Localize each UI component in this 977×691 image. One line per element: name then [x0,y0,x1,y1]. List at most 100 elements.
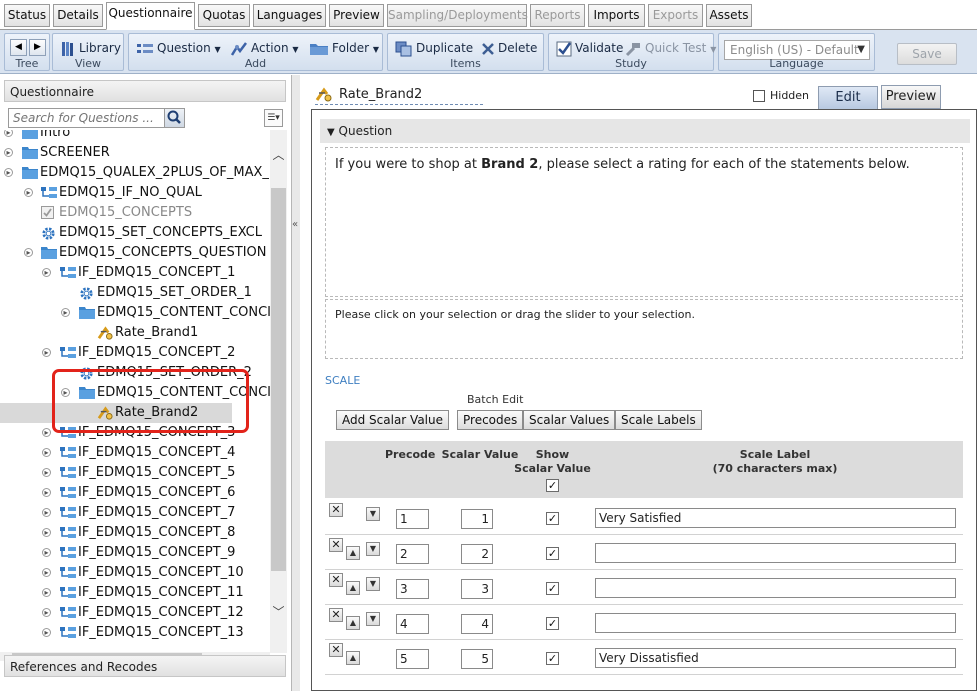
move-up-icon[interactable]: ▲ [346,546,360,560]
tab-questionnaire[interactable]: Questionnaire [106,2,195,30]
tree-back-button[interactable]: ◀ [10,39,27,56]
scale-label-input[interactable] [595,613,956,633]
scalar-value-input[interactable]: 5 [461,649,493,669]
tree-item[interactable]: ▸ IF_EDMQ15_CONCEPT_4 [0,443,270,463]
scalar-value-input[interactable]: 1 [461,509,493,529]
tree-item[interactable]: ▸ SCREENER [0,143,270,163]
tree-expander-icon[interactable]: ▸ [61,308,70,317]
tab-languages[interactable]: Languages [253,4,326,27]
tree-expander-icon[interactable]: ▸ [42,568,51,577]
batch-precodes-button[interactable]: Precodes [457,410,524,430]
hidden-checkbox-box[interactable] [753,90,765,102]
tree-expander-icon[interactable]: ▸ [42,588,51,597]
add-question-button[interactable]: Question ▼ [133,37,222,59]
search-input[interactable] [9,109,164,127]
tree-expander-icon[interactable]: ▸ [42,528,51,537]
tree-expander-icon[interactable]: ▸ [42,508,51,517]
delete-row-icon[interactable]: ✕ [329,538,343,552]
tree-expander-icon[interactable]: ▸ [4,168,13,177]
show-scalar-checkbox[interactable]: ✓ [546,582,559,595]
delete-button[interactable]: Delete [478,37,538,59]
delete-row-icon[interactable]: ✕ [329,573,343,587]
tree-expander-icon[interactable]: ▸ [42,428,51,437]
move-up-icon[interactable]: ▲ [346,651,360,665]
show-scalar-all-checkbox[interactable]: ✓ [546,479,559,492]
tab-exports[interactable]: Exports [648,4,703,27]
tree-expander-icon[interactable]: ▸ [42,448,51,457]
tree-item[interactable]: EDMQ15_CONCEPTS [0,203,270,223]
tab-status[interactable]: Status [4,4,50,27]
tree-expander-icon[interactable]: ▸ [42,348,51,357]
tree-expander-icon[interactable]: ▸ [42,488,51,497]
precode-input[interactable]: 5 [396,649,429,669]
tree-item[interactable]: ▸ Intro [0,130,270,143]
tree-item[interactable]: ▸ IF_EDMQ15_CONCEPT_6 [0,483,270,503]
tab-preview[interactable]: Preview [329,4,384,27]
show-scalar-checkbox[interactable]: ✓ [546,512,559,525]
precode-input[interactable]: 4 [396,614,429,634]
tree-item[interactable]: ▸ IF_EDMQ15_CONCEPT_10 [0,563,270,583]
tree-expander-icon[interactable]: ▸ [42,628,51,637]
scroll-thumb[interactable] [271,188,286,571]
tab-edit[interactable]: Edit [818,86,878,110]
tree-item[interactable]: ▸ IF_EDMQ15_CONCEPT_13 [0,623,270,643]
tree-expander-icon[interactable]: ▸ [42,468,51,477]
references-recodes-header[interactable]: References and Recodes [4,655,286,677]
tree-item[interactable]: ▸ IF_EDMQ15_CONCEPT_11 [0,583,270,603]
tab-reports[interactable]: Reports [530,4,585,27]
tree-expander-icon[interactable]: ▸ [4,148,13,157]
hidden-checkbox[interactable]: Hidden [753,88,809,104]
tree-item[interactable]: ▸ IF_EDMQ15_CONCEPT_5 [0,463,270,483]
scalar-value-input[interactable]: 4 [461,614,493,634]
panel-collapse-handle[interactable]: « [292,75,300,691]
tree-item[interactable]: ▸ IF_EDMQ15_CONCEPT_7 [0,503,270,523]
add-folder-button[interactable]: Folder ▼ [306,37,380,59]
tree-item[interactable]: ▸ IF_EDMQ15_CONCEPT_8 [0,523,270,543]
tree-item[interactable]: EDMQ15_SET_ORDER_1 [0,283,270,303]
tab-assets[interactable]: Assets [706,4,752,27]
precode-input[interactable]: 2 [396,544,429,564]
tree-item[interactable]: Rate_Brand1 [0,323,270,343]
batch-scalar-values-button[interactable]: Scalar Values [523,410,616,430]
precode-input[interactable]: 1 [396,509,429,529]
search-button[interactable] [164,109,184,127]
show-scalar-checkbox[interactable]: ✓ [546,547,559,560]
move-up-icon[interactable]: ▲ [346,581,360,595]
tree-item[interactable]: ▸ IF_EDMQ15_CONCEPT_1 [0,263,270,283]
scale-label-input[interactable]: Very Dissatisfied [595,648,956,668]
tree-item[interactable]: ▸ IF_EDMQ15_CONCEPT_2 [0,343,270,363]
scalar-value-input[interactable]: 2 [461,544,493,564]
question-section-header[interactable]: ▼ Question [320,119,970,143]
quick-test-button[interactable]: Quick Test ▼ [621,37,717,59]
tree-expander-icon[interactable]: ▸ [4,130,13,137]
duplicate-button[interactable]: Duplicate [392,37,474,59]
tab-editor-preview[interactable]: Preview [881,85,941,109]
tab-imports[interactable]: Imports [588,4,645,27]
delete-row-icon[interactable]: ✕ [329,503,343,517]
move-down-icon[interactable]: ▼ [366,507,380,521]
show-scalar-checkbox[interactable]: ✓ [546,652,559,665]
scale-label-input[interactable] [595,578,956,598]
question-text-box[interactable]: If you were to shop at Brand 2, please s… [325,147,963,297]
library-button[interactable]: Library [57,37,122,59]
tree-expander-icon[interactable]: ▸ [24,188,33,197]
tree-item[interactable]: ▸ EDMQ15_CONTENT_CONCI [0,303,270,323]
delete-row-icon[interactable]: ✕ [329,608,343,622]
add-action-button[interactable]: Action ▼ [227,37,300,59]
precode-input[interactable]: 3 [396,579,429,599]
tree-item[interactable]: ▸ IF_EDMQ15_CONCEPT_12 [0,603,270,623]
scale-label-input[interactable]: Very Satisfied [595,508,956,528]
move-up-icon[interactable]: ▲ [346,616,360,630]
batch-scale-labels-button[interactable]: Scale Labels [615,410,702,430]
tree-item[interactable]: ▸ EDMQ15_CONCEPTS_QUESTION [0,243,270,263]
tree-expander-icon[interactable]: ▸ [42,268,51,277]
tree-item[interactable]: ▸ EDMQ15_IF_NO_QUAL [0,183,270,203]
add-scalar-value-button[interactable]: Add Scalar Value [336,410,450,430]
tree-item[interactable]: EDMQ15_SET_CONCEPTS_EXCL [0,223,270,243]
instruction-text-box[interactable]: Please click on your selection or drag t… [325,299,963,359]
save-button[interactable]: Save [897,43,957,65]
tree-item[interactable]: ▸ IF_EDMQ15_CONCEPT_9 [0,543,270,563]
tab-quotas[interactable]: Quotas [198,4,250,27]
delete-row-icon[interactable]: ✕ [329,643,343,657]
scalar-value-input[interactable]: 3 [461,579,493,599]
